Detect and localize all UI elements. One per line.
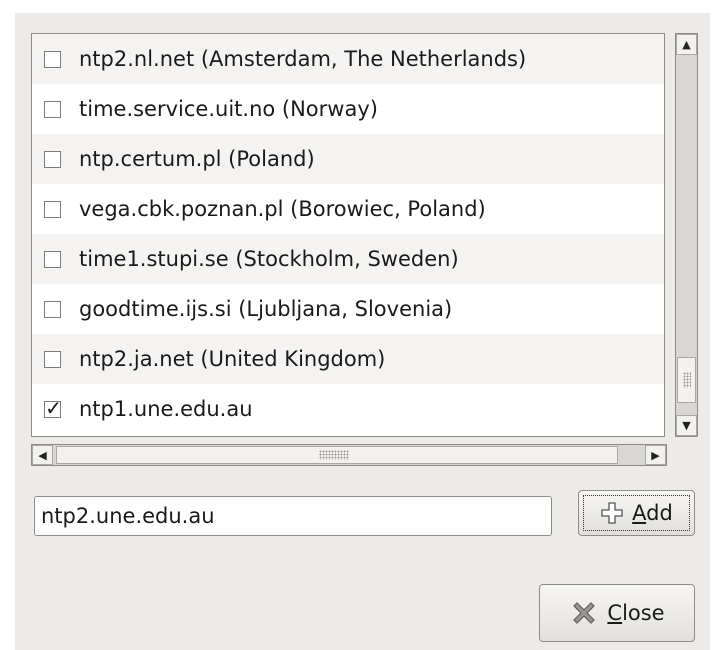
grip-icon <box>683 372 691 388</box>
add-button[interactable]: Add <box>578 490 695 536</box>
server-label: time.service.uit.no (Norway) <box>79 97 378 121</box>
arrow-up-icon: ▲ <box>682 38 691 51</box>
scroll-right-button[interactable]: ▶ <box>645 445 666 465</box>
arrow-left-icon: ◀ <box>38 448 47 462</box>
list-item[interactable]: ntp2.ja.net (United Kingdom) <box>32 334 664 384</box>
list-item[interactable]: ntp.certum.pl (Poland) <box>32 134 664 184</box>
server-label: goodtime.ijs.si (Ljubljana, Slovenia) <box>79 297 453 321</box>
arrow-down-icon: ▼ <box>682 419 691 432</box>
list-item[interactable]: ntp2.nl.net (Amsterdam, The Netherlands) <box>32 34 664 84</box>
server-checkbox[interactable]: ✓ <box>44 397 62 419</box>
vertical-scroll-thumb[interactable] <box>677 357 696 403</box>
list-item[interactable]: goodtime.ijs.si (Ljubljana, Slovenia) <box>32 284 664 334</box>
server-checkbox[interactable] <box>44 50 61 68</box>
server-entry-field[interactable] <box>34 496 552 536</box>
time-servers-dialog: ntp2.nl.net (Amsterdam, The Netherlands)… <box>15 13 710 650</box>
server-checkbox[interactable] <box>44 250 61 268</box>
server-label: time1.stupi.se (Stockholm, Sweden) <box>79 247 459 271</box>
plus-icon <box>601 502 623 524</box>
list-item[interactable]: time.service.uit.no (Norway) <box>32 84 664 134</box>
server-label: ntp.certum.pl (Poland) <box>79 147 315 171</box>
close-button-label: Close <box>607 601 665 625</box>
horizontal-scroll-thumb[interactable] <box>56 446 618 464</box>
add-button-label: Add <box>632 501 673 525</box>
server-list: ntp2.nl.net (Amsterdam, The Netherlands)… <box>31 33 665 437</box>
close-button[interactable]: Close <box>539 584 695 642</box>
vertical-scrollbar[interactable]: ▲ ▼ <box>675 33 698 437</box>
server-label: ntp2.ja.net (United Kingdom) <box>79 347 386 371</box>
arrow-right-icon: ▶ <box>651 448 660 462</box>
server-checkbox[interactable] <box>44 200 61 218</box>
list-item[interactable]: time1.stupi.se (Stockholm, Sweden) <box>32 234 664 284</box>
server-checkbox[interactable] <box>44 150 61 168</box>
server-checkbox[interactable] <box>44 300 61 318</box>
server-checkbox[interactable] <box>44 100 61 118</box>
checkmark-icon: ✓ <box>45 395 62 420</box>
horizontal-scrollbar[interactable]: ◀ ▶ <box>31 444 667 466</box>
scroll-left-button[interactable]: ◀ <box>32 445 53 465</box>
server-label: ntp1.une.edu.au <box>79 397 253 421</box>
server-label: vega.cbk.poznan.pl (Borowiec, Poland) <box>79 197 486 221</box>
scroll-down-button[interactable]: ▼ <box>676 415 697 436</box>
grip-icon <box>319 450 349 460</box>
list-item[interactable]: ✓ ntp1.une.edu.au <box>32 384 664 434</box>
close-x-icon <box>573 602 596 624</box>
server-checkbox[interactable] <box>44 350 61 368</box>
list-item[interactable]: vega.cbk.poznan.pl (Borowiec, Poland) <box>32 184 664 234</box>
server-label: ntp2.nl.net (Amsterdam, The Netherlands) <box>79 47 527 71</box>
scroll-up-button[interactable]: ▲ <box>676 34 697 55</box>
